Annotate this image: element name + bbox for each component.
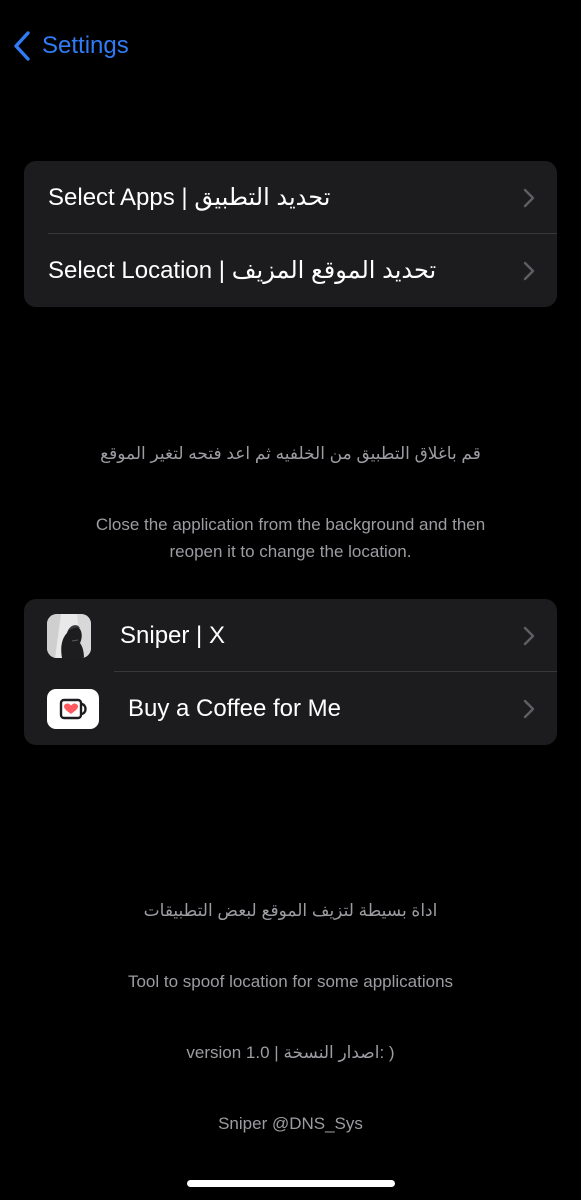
sniper-x-row[interactable]: Sniper | X: [24, 599, 557, 672]
select-location-row[interactable]: Select Location | تحديد الموقع المزيف: [24, 234, 557, 307]
location-settings-group: Select Apps | تحديد التطبيق Select Locat…: [24, 161, 557, 307]
footer-english-description: Tool to spoof location for some applicat…: [127, 972, 454, 991]
chevron-left-icon: [12, 30, 34, 62]
select-apps-label: Select Apps | تحديد التطبيق: [48, 184, 331, 211]
instructions-english-line1: Close the application from the backgroun…: [95, 515, 486, 534]
select-location-label: Select Location | تحديد الموقع المزيف: [48, 257, 437, 284]
version-text: version 1.0 | اصدار النسخة: ): [186, 1043, 395, 1062]
home-indicator[interactable]: [187, 1180, 395, 1187]
sniper-x-label: Sniper | X: [120, 621, 225, 649]
back-button-label: Settings: [42, 32, 129, 59]
links-group: Sniper | X Buy a Coffee for Me: [24, 599, 557, 745]
chevron-right-icon: [523, 261, 535, 281]
profile-photo-icon: [47, 613, 91, 658]
author-credit: Sniper @DNS_Sys: [218, 1114, 363, 1133]
footer-arabic-description: اداة بسيطة لتزيف الموقع لبعض التطبيقات: [143, 901, 438, 920]
instructions-arabic: قم باغلاق التطبيق من الخلفيه ثم اعد فتحه…: [100, 444, 481, 463]
back-button[interactable]: Settings: [12, 28, 129, 64]
instructions-english-line2: reopen it to change the location.: [169, 542, 412, 561]
chevron-right-icon: [523, 699, 535, 719]
select-apps-row[interactable]: Select Apps | تحديد التطبيق: [24, 161, 557, 234]
chevron-right-icon: [523, 626, 535, 646]
buy-coffee-label: Buy a Coffee for Me: [128, 694, 341, 722]
chevron-right-icon: [523, 188, 535, 208]
coffee-cup-icon: [47, 688, 99, 729]
buy-coffee-row[interactable]: Buy a Coffee for Me: [24, 672, 557, 745]
